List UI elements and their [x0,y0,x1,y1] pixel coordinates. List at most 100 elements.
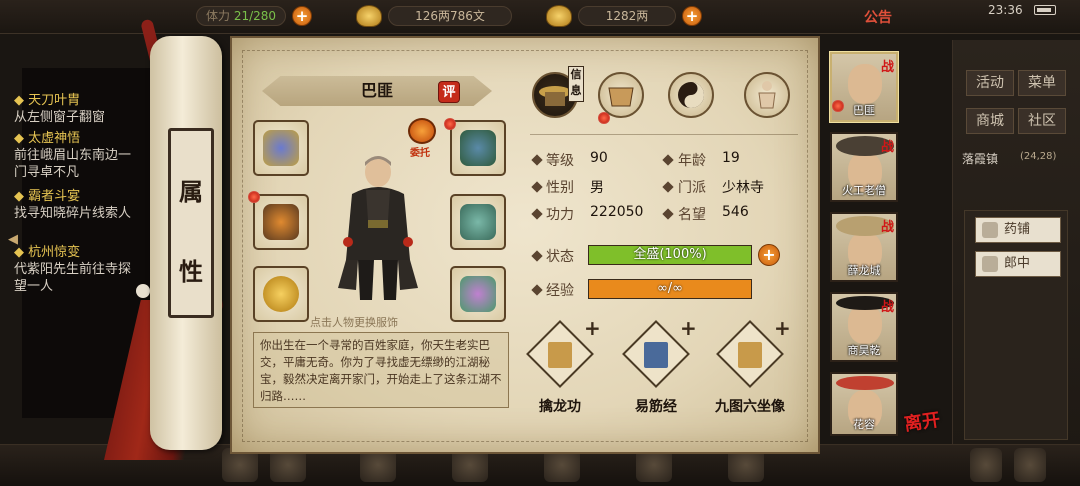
equip-slot-hidden-weapon[interactable] [253,194,309,250]
character-backstory: 你出生在一个寻常的百姓家庭，你天生老实巴交，平庸无奇。你为了寻找虚无缥缈的江湖秘… [253,332,509,408]
gold-ingot-icon [546,5,572,27]
quest-desc: 从左侧窗子翻窗 [14,110,106,125]
power-value: 222050 [590,204,644,220]
menu-button[interactable]: 菜单 [1018,70,1066,96]
clock: 23:36 [988,3,1023,17]
sect-label: 门派 [678,180,706,196]
selected-tab-tag: 信息 [568,66,584,102]
fame-value: 546 [722,204,749,220]
quest-title: 天刀叶胄 [28,93,81,108]
skill-add-button[interactable]: + [584,316,601,340]
quest-desc: 代紫阳先生前往寺探望一人 [14,262,132,294]
equip-slot-mount[interactable] [450,266,506,322]
quest-title: 杭州惊变 [28,245,81,260]
npc-item[interactable]: 郎中 [975,251,1061,277]
bottom-right-icon-2[interactable] [1014,448,1046,482]
top-status-bar: 体力 21/280 + 126两786文 1282两 + 公告 23:36 [0,0,1080,34]
skill-book-icon [644,342,668,368]
gold-display: 1282两 [578,6,676,26]
npc-list: 药铺 郎中 [964,210,1068,440]
location-coords: (24,28) [1020,151,1057,162]
power-label: 功力 [546,207,574,223]
doctor-icon [982,256,998,272]
skill-add-button[interactable]: + [774,316,791,340]
tab-body[interactable] [744,72,790,118]
upgrade-dot-icon [444,118,456,130]
quest-item[interactable]: ◆ 霸者斗宴 找寻知晓碎片线索人 [14,188,132,222]
bag-alert-dot-icon [598,112,610,124]
quest-item[interactable]: ◆ 杭州惊变 代紫阳先生前往寺探望一人 [14,244,132,295]
herb-shop-icon [982,222,998,238]
body-icon [758,81,776,109]
shop-button[interactable]: 商城 [966,108,1014,134]
npc-item[interactable]: 药铺 [975,217,1061,243]
skill-book-icon [738,342,762,368]
quest-item[interactable]: ◆ 天刀叶胄 从左侧窗子翻窗 [14,92,132,126]
fame-label: 名望 [678,207,706,223]
equip-slot-armor[interactable] [450,194,506,250]
beast-icon [460,276,496,312]
exp-bar: ∞/∞ [588,279,752,299]
sect-value: 少林寺 [722,180,764,196]
upgrade-dot-icon [248,191,260,203]
gauntlet-icon [263,130,299,166]
age-label: 年龄 [678,153,706,169]
gender-value: 男 [590,180,604,196]
entrust-icon[interactable] [408,118,436,144]
character-name: 巴匪 [360,81,393,100]
stamina-display: 体力 21/280 [196,6,286,26]
npc-item-label: 郎中 [1004,256,1031,271]
notice-button[interactable]: 公告 [864,7,892,27]
state-label: 状态 [546,249,574,265]
claw-icon [263,204,299,240]
team-member-name: 火工老僧 [842,184,886,197]
scroll-title-plate [168,128,214,318]
helmet-icon [460,130,496,166]
skill-name: 九图六坐像 [715,399,785,415]
add-gold-button[interactable]: + [682,6,702,26]
team-member-portrait[interactable]: 战 薛龙城 [830,212,898,282]
add-stamina-button[interactable]: + [292,6,312,26]
location-name: 落霞镇 [962,152,999,166]
tassel-bead [136,284,150,298]
jade-ring-icon [263,276,299,312]
upgrade-dot-icon [832,100,844,112]
bottom-right-icon-1[interactable] [970,448,1002,482]
state-bar-text: 全盛(100%) [633,247,707,262]
character-figure[interactable] [338,150,418,306]
team-member-name: 花容 [853,418,875,431]
quest-desc: 找寻知晓碎片线索人 [14,206,132,221]
battery-icon [1034,5,1056,15]
rate-button[interactable]: 评 [438,81,460,103]
quest-item[interactable]: ◆ 太虚神悟 前往峨眉山东南边一门寻卓不凡 [14,130,132,181]
team-member-name: 薛龙城 [847,264,881,277]
skill-book-icon [548,342,572,368]
money-display: 126两786文 [388,6,512,26]
taiji-icon [678,82,704,108]
quest-title: 霸者斗宴 [28,189,81,204]
exp-bar-text: ∞/∞ [656,281,684,296]
bag-icon [608,87,634,107]
skill-add-button[interactable]: + [680,316,697,340]
equip-slot-accessory[interactable] [253,266,309,322]
leave-button[interactable]: 离开 [902,406,942,437]
skill-name: 易筋经 [635,399,677,415]
tab-taiji[interactable] [668,72,714,118]
team-member-portrait[interactable]: 战 火工老僧 [830,132,898,202]
community-button[interactable]: 社区 [1018,108,1066,134]
stats-divider [530,134,798,135]
collapse-left-icon[interactable]: ◀ [8,232,18,247]
stamina-value: 21/280 [233,9,277,23]
battle-tag: 战 [880,140,894,155]
equip-slot-helmet[interactable] [450,120,506,176]
level-label: 等级 [546,153,574,169]
team-member-portrait[interactable]: 花容 [830,372,898,436]
team-member-name: 商昊乾 [847,344,881,357]
change-outfit-hint: 点击人物更换服饰 [310,316,398,329]
team-member-portrait[interactable]: 战 商昊乾 [830,292,898,362]
activity-button[interactable]: 活动 [966,70,1014,96]
stamina-label: 体力 [205,9,230,23]
restore-state-button[interactable]: + [758,244,780,266]
money-value: 126两786文 [415,9,485,23]
equip-slot-weapon[interactable] [253,120,309,176]
